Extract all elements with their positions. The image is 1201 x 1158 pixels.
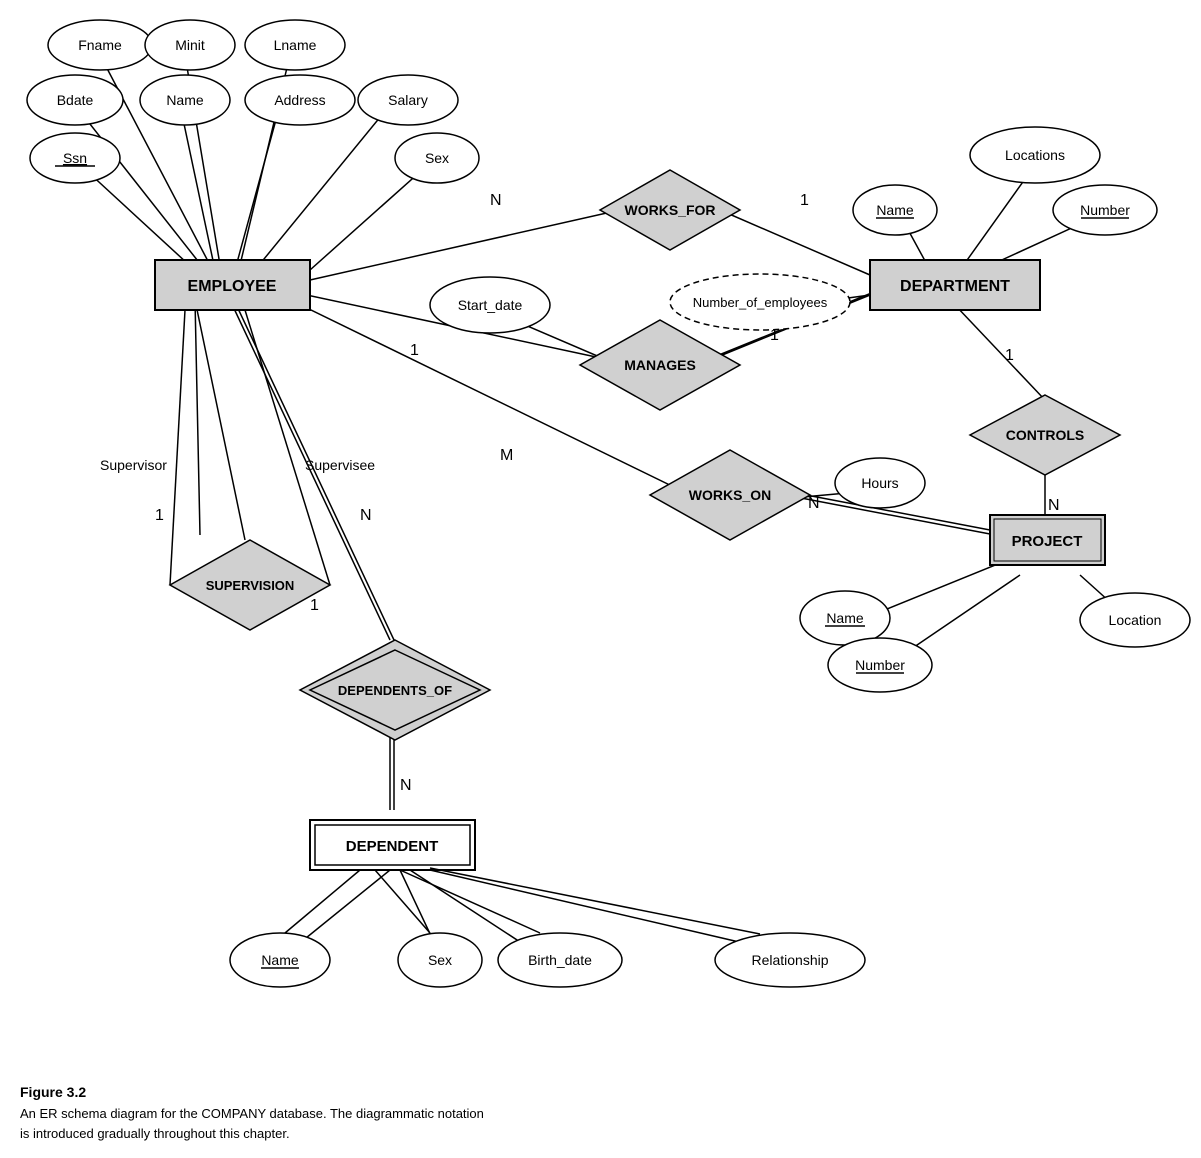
- works-for-1-label: 1: [800, 192, 809, 209]
- proj-number-label: Number: [855, 657, 905, 673]
- supervision-n-label: N: [360, 507, 372, 524]
- proj-location-label: Location: [1109, 612, 1162, 628]
- supervision-1-label: 1: [155, 507, 164, 524]
- dependents-of-label: DEPENDENTS_OF: [338, 683, 452, 698]
- works-on-label: WORKS_ON: [689, 487, 771, 503]
- controls-n-label: N: [1048, 497, 1060, 514]
- salary-label: Salary: [388, 92, 428, 108]
- works-for-n-label: N: [490, 192, 502, 209]
- manages-label: MANAGES: [624, 357, 696, 373]
- emp-sex-label: Sex: [425, 150, 449, 166]
- figure-caption: Figure 3.2 An ER schema diagram for the …: [20, 1084, 620, 1143]
- lname-label: Lname: [274, 37, 317, 53]
- works-for-label: WORKS_FOR: [625, 202, 716, 218]
- hours-label: Hours: [861, 475, 898, 491]
- dept-name-label: Name: [876, 202, 914, 218]
- project-label: PROJECT: [1012, 533, 1083, 550]
- ssn-label: Ssn: [63, 150, 87, 166]
- num-employees-label: Number_of_employees: [693, 295, 828, 310]
- dep-relationship-label: Relationship: [751, 952, 828, 968]
- locations-label: Locations: [1005, 147, 1065, 163]
- bdate-label: Bdate: [57, 92, 94, 108]
- start-date-label: Start_date: [458, 297, 523, 313]
- er-diagram: N 1 1 1 1 N M N Supervisor 1 Supervisee …: [0, 0, 1201, 1090]
- supervision-label: SUPERVISION: [206, 578, 295, 593]
- emp-name-label: Name: [166, 92, 204, 108]
- caption-line2: is introduced gradually throughout this …: [20, 1124, 620, 1144]
- supervisee-label: Supervisee: [305, 457, 375, 473]
- dep-sex-label: Sex: [428, 952, 452, 968]
- dep-birth-date-label: Birth_date: [528, 952, 592, 968]
- proj-name-label: Name: [826, 610, 864, 626]
- controls-1-label: 1: [1005, 347, 1014, 364]
- caption-title: Figure 3.2: [20, 1084, 620, 1100]
- employee-label: EMPLOYEE: [188, 278, 277, 295]
- fname-label: Fname: [78, 37, 122, 53]
- works-on-m-label: M: [500, 447, 513, 464]
- dept-number-label: Number: [1080, 202, 1130, 218]
- address-label: Address: [274, 92, 325, 108]
- supervisor-label: Supervisor: [100, 457, 167, 473]
- dep-name-label: Name: [261, 952, 299, 968]
- controls-label: CONTROLS: [1006, 427, 1085, 443]
- dependent-label: DEPENDENT: [346, 838, 439, 855]
- works-on-n-label: N: [808, 495, 820, 512]
- dependents-of-n-label: N: [400, 777, 412, 794]
- department-label: DEPARTMENT: [900, 278, 1010, 295]
- minit-label: Minit: [175, 37, 205, 53]
- dependents-of-1-label: 1: [310, 597, 319, 614]
- manages-1-emp-label: 1: [410, 342, 419, 359]
- caption-line1: An ER schema diagram for the COMPANY dat…: [20, 1104, 620, 1124]
